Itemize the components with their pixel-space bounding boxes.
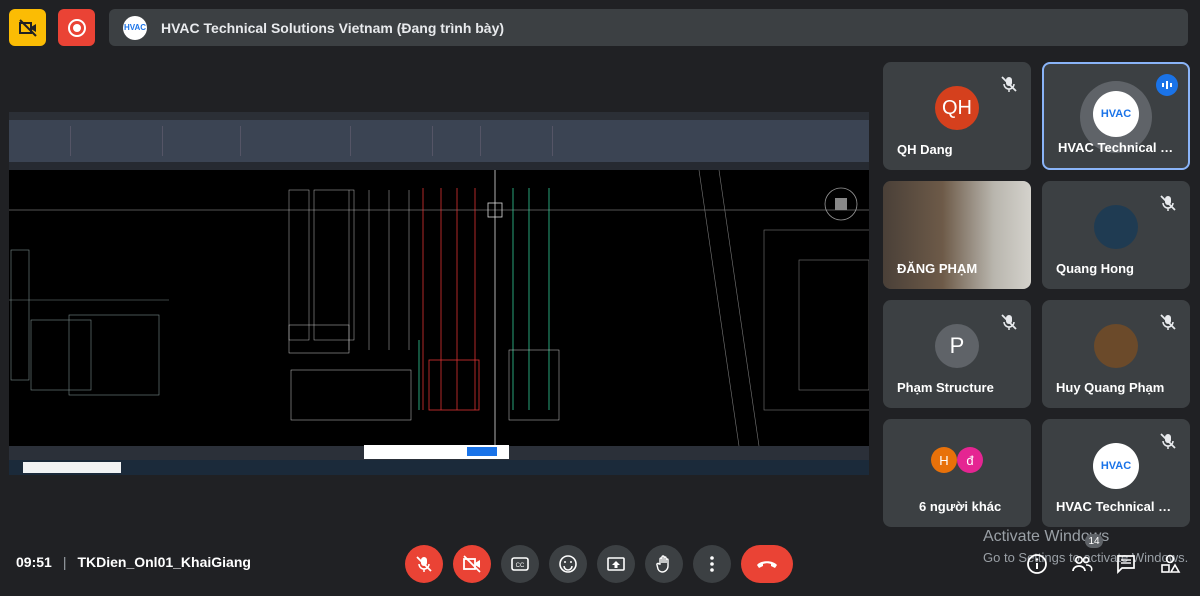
activities-button[interactable] bbox=[1158, 552, 1182, 576]
participant-tile[interactable]: HVAC HVAC Technical S... bbox=[1042, 419, 1190, 527]
participant-name: 6 người khác bbox=[919, 499, 1002, 514]
closed-captions-icon: CC bbox=[511, 557, 529, 571]
others-avatars: H đ bbox=[931, 447, 983, 473]
participant-tile-video[interactable]: ĐĂNG PHẠM bbox=[883, 181, 1031, 289]
others-tile[interactable]: H đ 6 người khác bbox=[883, 419, 1031, 527]
avatar: QH bbox=[935, 86, 979, 130]
participant-name: HVAC Technical S... bbox=[1056, 499, 1176, 514]
camera-toggle-button[interactable] bbox=[453, 545, 491, 583]
mic-toggle-button[interactable] bbox=[405, 545, 443, 583]
mic-off-icon bbox=[1001, 314, 1017, 330]
people-icon bbox=[1072, 555, 1093, 572]
more-options-button[interactable] bbox=[693, 545, 731, 583]
recording-button[interactable] bbox=[58, 9, 95, 46]
participant-name: HVAC Technical S... bbox=[1058, 140, 1178, 155]
cad-file-tabs bbox=[9, 162, 869, 170]
cad-title-bar bbox=[9, 112, 869, 120]
presentation-title: HVAC Technical Solutions Vietnam (Đang t… bbox=[161, 19, 505, 36]
presenter-logo-icon: HVAC bbox=[123, 15, 147, 40]
presentation-banner[interactable]: HVAC HVAC Technical Solutions Vietnam (Đ… bbox=[109, 9, 1188, 46]
participant-name: Quang Hong bbox=[1056, 261, 1134, 276]
mic-off-icon bbox=[1160, 314, 1176, 330]
cad-drawing-icon bbox=[9, 169, 869, 447]
mic-off-icon bbox=[1001, 76, 1017, 92]
captions-button[interactable]: CC bbox=[501, 545, 539, 583]
avatar: đ bbox=[957, 447, 983, 473]
avatar: H bbox=[931, 447, 957, 473]
meeting-details-button[interactable] bbox=[1025, 552, 1049, 576]
record-icon bbox=[67, 18, 86, 37]
chat-button[interactable] bbox=[1114, 552, 1138, 576]
participant-tile[interactable]: QH QH Dang bbox=[883, 62, 1031, 170]
present-screen-icon bbox=[607, 557, 625, 571]
info-icon bbox=[1027, 554, 1047, 574]
video-off-icon bbox=[463, 555, 481, 573]
activities-icon bbox=[1161, 554, 1181, 573]
taskbar-search bbox=[23, 462, 121, 473]
clock: 09:51 bbox=[16, 554, 52, 570]
cad-ribbon bbox=[9, 120, 869, 162]
avatar: P bbox=[935, 324, 979, 368]
camera-off-indicator-button[interactable] bbox=[9, 9, 46, 46]
participant-name: QH Dang bbox=[897, 142, 953, 157]
cad-drawing-canvas bbox=[9, 169, 869, 447]
avatar: HVAC bbox=[1093, 443, 1139, 489]
avatar bbox=[1094, 205, 1138, 249]
mic-off-icon bbox=[1160, 433, 1176, 449]
people-count-badge: 14 bbox=[1085, 534, 1103, 548]
mic-off-icon bbox=[416, 556, 432, 572]
participant-tile[interactable]: P Phạm Structure bbox=[883, 300, 1031, 408]
emoji-reaction-button[interactable] bbox=[549, 545, 587, 583]
video-off-icon bbox=[18, 18, 37, 37]
participant-tile-active-speaker[interactable]: HVAC HVAC Technical S... bbox=[1042, 62, 1190, 170]
hand-icon bbox=[656, 555, 669, 573]
smiley-icon bbox=[559, 555, 577, 573]
participant-tile[interactable]: Quang Hong bbox=[1042, 181, 1190, 289]
participant-name: Phạm Structure bbox=[897, 380, 994, 395]
meeting-name: TKDien_Onl01_KhaiGiang bbox=[77, 554, 251, 570]
shared-screen bbox=[9, 112, 869, 475]
participant-name: ĐĂNG PHẠM bbox=[897, 261, 978, 276]
raise-hand-button[interactable] bbox=[645, 545, 683, 583]
more-vert-icon bbox=[710, 556, 714, 572]
participant-tile[interactable]: Huy Quang Phạm bbox=[1042, 300, 1190, 408]
mic-off-icon bbox=[1160, 195, 1176, 211]
meeting-info: 09:51 | TKDien_Onl01_KhaiGiang bbox=[16, 554, 251, 570]
windows-taskbar bbox=[9, 460, 869, 475]
avatar: HVAC bbox=[1093, 91, 1139, 137]
separator: | bbox=[62, 554, 67, 570]
speaking-indicator-icon bbox=[1156, 74, 1178, 96]
leave-call-button[interactable] bbox=[741, 545, 793, 583]
people-button[interactable] bbox=[1070, 552, 1094, 576]
svg-text:CC: CC bbox=[516, 563, 525, 569]
avatar bbox=[1094, 324, 1138, 368]
hang-up-icon bbox=[757, 561, 777, 568]
participant-name: Huy Quang Phạm bbox=[1056, 380, 1165, 395]
chat-icon bbox=[1117, 555, 1135, 575]
present-screen-button[interactable] bbox=[597, 545, 635, 583]
cad-notification-dialog bbox=[364, 445, 509, 459]
